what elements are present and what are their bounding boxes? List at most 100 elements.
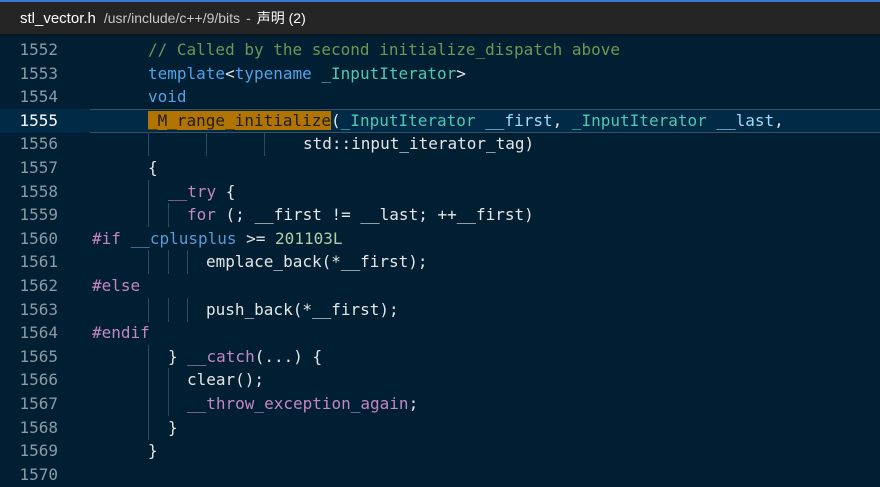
code-line[interactable]: 1567 __throw_exception_again;: [0, 392, 880, 416]
indent-guide: [168, 297, 169, 322]
code-line[interactable]: 1562 #else: [0, 274, 880, 298]
code-line[interactable]: 1552 // Called by the second initialize_d…: [0, 38, 880, 62]
indent-guide: [148, 415, 149, 440]
code-text: clear();: [187, 368, 264, 392]
code-token: ;: [408, 394, 419, 413]
peek-file-path: /usr/include/c++/9/bits: [103, 10, 241, 26]
code-token: {: [216, 181, 236, 201]
code-text: #else: [92, 274, 140, 298]
code-line[interactable]: 1568}: [0, 415, 880, 440]
line-number: 1567: [19, 394, 58, 413]
code-token: _InputIterator: [571, 110, 707, 130]
line-number: 1558: [19, 181, 58, 201]
code-line[interactable]: 1563 push_back(*__first);: [0, 297, 880, 322]
indent-guide: [148, 297, 149, 322]
code-token: void: [148, 87, 187, 107]
code-text: }: [168, 416, 178, 440]
code-line[interactable]: 1555 _M_range_initialize(_InputIterator _…: [0, 108, 880, 133]
code-token: std::input_iterator_tag): [303, 134, 535, 154]
code-line[interactable]: 1560 #if __cplusplus >= 201103L: [0, 227, 880, 251]
line-number: 1562: [19, 276, 58, 295]
code-token: ,: [774, 110, 784, 130]
code-text: std::input_iterator_tag): [303, 132, 534, 156]
line-number: 1569: [19, 441, 58, 461]
indent-guide: [148, 179, 149, 204]
code-token: __first: [485, 110, 553, 130]
line-number: 1561: [19, 252, 58, 272]
code-token: for: [187, 205, 216, 225]
code-token: _InputIterator: [321, 63, 457, 83]
indent-guide: [168, 203, 169, 228]
code-line[interactable]: 1557 {: [0, 156, 880, 180]
code-text: #if __cplusplus >= 201103L: [92, 227, 342, 251]
code-token: __throw_exception_again: [187, 394, 409, 413]
code-line[interactable]: 1554 void: [0, 85, 880, 109]
code-token: #else: [92, 276, 141, 295]
code-token: #if: [92, 228, 121, 248]
code-token: >: [456, 63, 466, 83]
highlighted-symbol: _M_range_initialize: [148, 110, 332, 130]
code-text: // Called by the second initialize_dispa…: [148, 38, 620, 62]
code-line[interactable]: 1570: [0, 463, 880, 487]
code-text: push_back(*__first);: [206, 298, 399, 322]
line-number: 1557: [19, 158, 58, 177]
indent-guide: [187, 297, 188, 322]
line-number: 1565: [19, 346, 58, 366]
indent-guide: [148, 250, 149, 275]
code-token: typename: [234, 63, 312, 83]
line-number: 1559: [19, 205, 58, 225]
line-number: 1552: [19, 40, 58, 59]
indent-guide: [148, 392, 149, 416]
code-token: __try: [168, 181, 217, 201]
line-number: 1556: [19, 134, 58, 154]
code-line[interactable]: 1553 template<typename _InputIterator>: [0, 62, 880, 86]
code-line[interactable]: 1561 emplace_back(*__first);: [0, 250, 880, 275]
code-token: {: [148, 158, 158, 177]
indent-guide: [168, 392, 169, 416]
code-line[interactable]: 1556 std::input_iterator_tag): [0, 132, 880, 157]
code-token: }: [148, 441, 158, 461]
line-number: 1560: [19, 228, 58, 248]
indent-guide: [187, 250, 188, 275]
line-number: 1570: [19, 464, 58, 484]
code-text: {: [148, 156, 158, 180]
code-text: #endif: [92, 321, 150, 345]
code-line[interactable]: 1564 #endif: [0, 321, 880, 345]
code-token: (...) {: [254, 346, 323, 366]
line-number: 1555: [19, 110, 58, 130]
code-line[interactable]: 1569}: [0, 439, 880, 463]
code-text: _M_range_initialize(_InputIterator __fir…: [148, 109, 784, 133]
line-number: 1568: [19, 417, 58, 437]
code-token: <: [225, 63, 235, 83]
code-token: (: [331, 110, 341, 130]
code-text: __try {: [168, 180, 235, 204]
code-token: ,: [552, 110, 572, 130]
code-line[interactable]: 1558 __try {: [0, 179, 880, 204]
indent-guide: [168, 368, 169, 393]
indent-guide: [148, 344, 149, 369]
indent-guide: [148, 203, 149, 228]
indent-guide: [148, 368, 149, 393]
code-text: void: [148, 85, 187, 109]
code-token: template: [148, 63, 226, 83]
code-token: >=: [236, 228, 276, 248]
code-line[interactable]: 1566 clear();: [0, 368, 880, 393]
code-token: push_back(*__first);: [206, 299, 399, 319]
peek-declaration-label: 声明 (2): [256, 10, 306, 26]
code-text: for (; __first != __last; ++__first): [187, 203, 534, 227]
code-text: emplace_back(*__first);: [206, 250, 428, 274]
code-token: __cplusplus: [130, 228, 237, 248]
code-token: _InputIterator: [340, 110, 476, 130]
code-line[interactable]: 1565} __catch(...) {: [0, 344, 880, 369]
indent-guide: [264, 132, 265, 157]
code-token: 201103L: [275, 228, 343, 248]
line-number: 1566: [19, 370, 58, 390]
code-line[interactable]: 1559 for (; __first != __last; ++__first): [0, 203, 880, 228]
peek-filename[interactable]: stl_vector.h: [20, 10, 96, 27]
code-token: }: [168, 417, 178, 437]
code-editor[interactable]: 1552 // Called by the second initialize_d…: [0, 34, 880, 486]
code-token: // Called by the second initialize_dispa…: [148, 40, 621, 59]
